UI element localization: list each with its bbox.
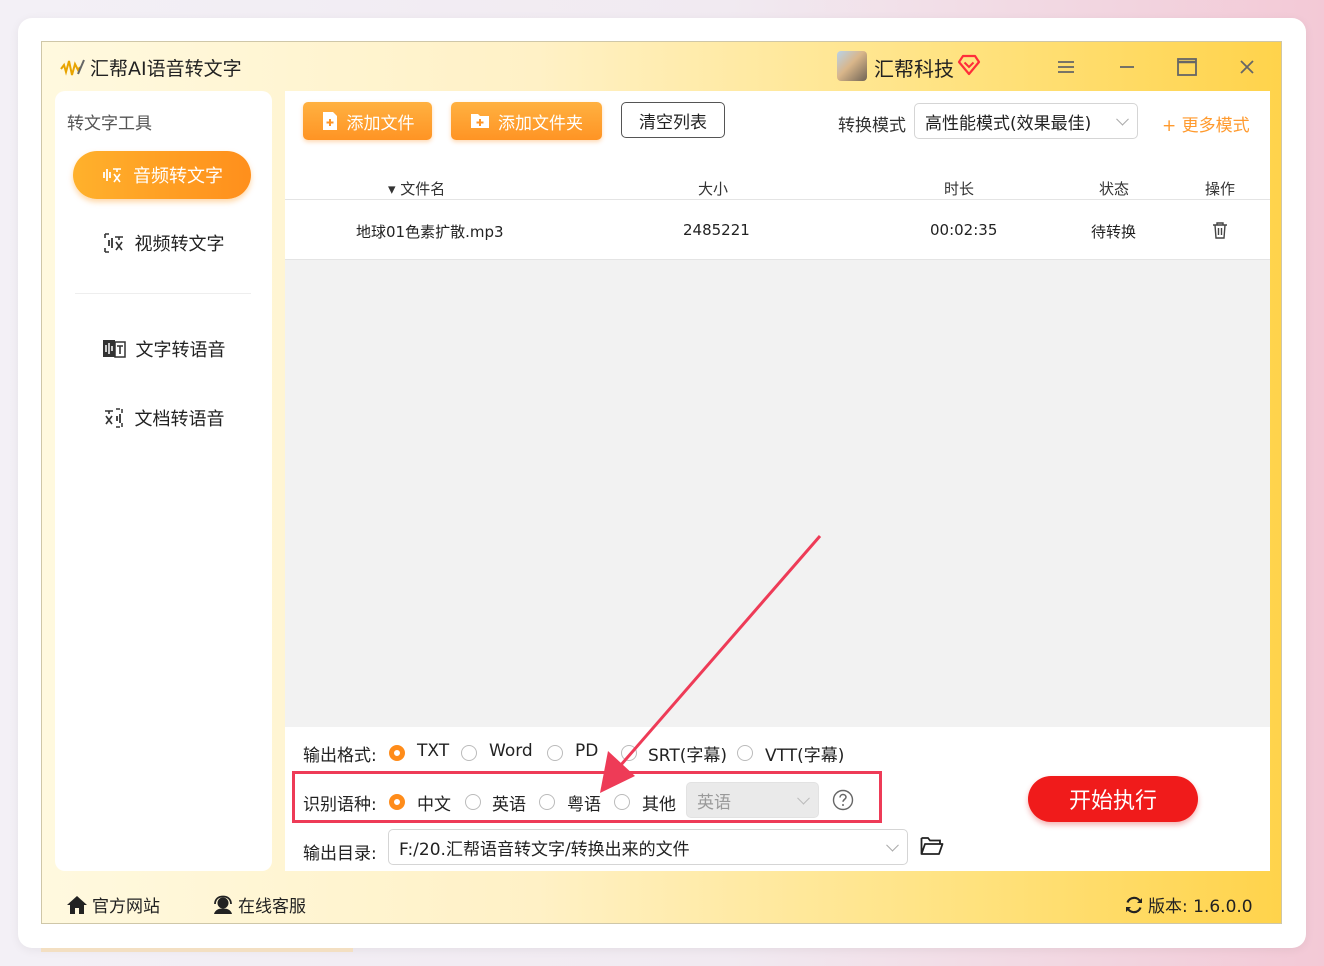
sidebar-item-video-to-text[interactable]: 视频转文字 <box>55 223 272 263</box>
maximize-button[interactable] <box>1174 54 1200 80</box>
text-to-speech-icon <box>102 340 126 358</box>
sidebar-divider <box>75 293 251 294</box>
sidebar: 转文字工具 音频转文字 视频转文字 文字转语音 文档转语音 <box>55 91 272 871</box>
company-name[interactable]: 汇帮科技 <box>874 53 954 82</box>
online-support-link[interactable]: 在线客服 <box>212 892 306 917</box>
column-header-name[interactable]: ▾ 文件名 <box>388 178 445 199</box>
avatar[interactable] <box>837 51 867 81</box>
official-website-label: 官方网站 <box>92 897 160 917</box>
trash-icon[interactable] <box>1212 221 1228 239</box>
format-radio-pdf[interactable] <box>547 745 563 761</box>
cell-file-name: 地球01色素扩散.mp3 <box>356 223 504 241</box>
sidebar-item-label: 音频转文字 <box>133 166 223 187</box>
main-panel: 添加文件 添加文件夹 清空列表 转换模式 高性能模式(效果最佳) + 更多模式 … <box>285 91 1270 871</box>
app-window: 汇帮AI语音转文字 汇帮科技 转文字工具 音频转文字 视频转文字 文字转语音 文… <box>41 41 1282 924</box>
format-txt-label[interactable]: TXT <box>417 741 449 761</box>
format-radio-txt[interactable] <box>389 745 405 761</box>
mode-select[interactable]: 高性能模式(效果最佳) <box>914 103 1138 139</box>
headset-icon <box>214 895 232 914</box>
header-divider <box>285 199 1270 200</box>
lang-radio-cantonese[interactable] <box>539 794 555 810</box>
close-icon <box>1240 60 1254 74</box>
folder-plus-icon <box>471 114 489 128</box>
online-support-label: 在线客服 <box>238 897 306 917</box>
column-header-duration: 时长 <box>944 180 975 198</box>
dir-label: 输出目录: <box>303 844 377 864</box>
video-to-text-icon <box>103 233 123 253</box>
sidebar-item-label: 文字转语音 <box>135 340 226 361</box>
diamond-heart-icon[interactable] <box>957 53 981 77</box>
refresh-icon <box>1126 896 1142 913</box>
audio-to-text-icon <box>103 168 121 183</box>
toolbar: 添加文件 添加文件夹 清空列表 转换模式 高性能模式(效果最佳) + 更多模式 <box>285 91 1270 152</box>
sidebar-item-doc-to-speech[interactable]: 文档转语音 <box>55 398 272 438</box>
hamburger-icon <box>1058 61 1074 73</box>
chevron-down-icon <box>1116 112 1129 126</box>
lang-radio-english[interactable] <box>465 794 481 810</box>
cell-duration: 00:02:35 <box>930 221 998 239</box>
minimize-button[interactable] <box>1114 54 1140 80</box>
format-label: 输出格式: <box>303 746 377 766</box>
mode-label: 转换模式 <box>838 116 906 136</box>
mode-value: 高性能模式(效果最佳) <box>925 113 1092 134</box>
waveform-logo-icon <box>60 59 85 76</box>
version-label: 版本: 1.6.0.0 <box>1148 897 1253 917</box>
cell-file-size: 2485221 <box>683 221 750 239</box>
sidebar-item-text-to-speech[interactable]: 文字转语音 <box>55 329 272 369</box>
add-file-button[interactable]: 添加文件 <box>303 102 432 140</box>
minimize-icon <box>1120 66 1134 68</box>
cell-status: 待转换 <box>1091 223 1137 241</box>
chevron-down-icon <box>886 838 899 852</box>
file-plus-icon <box>322 112 337 130</box>
sidebar-item-label: 视频转文字 <box>134 234 225 255</box>
close-button[interactable] <box>1234 54 1260 80</box>
lang-english-label[interactable]: 英语 <box>492 790 526 815</box>
annotation-arrow <box>600 535 822 793</box>
column-header-action: 操作 <box>1205 180 1236 198</box>
row-divider <box>285 259 1270 260</box>
home-icon <box>67 895 87 914</box>
column-header-size: 大小 <box>698 180 729 198</box>
output-dir-value: F:/20.汇帮语音转文字/转换出来的文件 <box>399 839 690 860</box>
clear-list-button[interactable]: 清空列表 <box>621 102 725 138</box>
lang-label: 识别语种: <box>303 795 377 815</box>
app-title: 汇帮AI语音转文字 <box>90 58 242 80</box>
file-table: ▾ 文件名 大小 时长 状态 操作 地球01色素扩散.mp3 2485221 0… <box>285 151 1270 260</box>
document-to-speech-icon <box>104 408 123 428</box>
maximize-icon <box>1177 58 1197 76</box>
add-folder-label: 添加文件夹 <box>498 113 583 134</box>
official-website-link[interactable]: 官方网站 <box>66 892 160 917</box>
lang-radio-chinese[interactable] <box>389 794 405 810</box>
sidebar-item-label: 文档转语音 <box>134 409 225 430</box>
bottom-accent-strip <box>41 948 353 952</box>
open-folder-icon[interactable] <box>920 836 944 856</box>
output-dir-select[interactable]: F:/20.汇帮语音转文字/转换出来的文件 <box>388 829 908 865</box>
version-info[interactable]: 版本: 1.6.0.0 <box>1124 892 1253 917</box>
column-header-status: 状态 <box>1099 180 1130 198</box>
sidebar-header: 转文字工具 <box>67 114 152 134</box>
sidebar-item-audio-to-text[interactable]: 音频转文字 <box>73 151 251 199</box>
format-word-label[interactable]: Word <box>489 741 533 761</box>
lang-chinese-label[interactable]: 中文 <box>417 790 451 815</box>
more-modes-link[interactable]: + 更多模式 <box>1162 111 1250 136</box>
format-radio-word[interactable] <box>461 745 477 761</box>
add-file-label: 添加文件 <box>346 113 415 134</box>
menu-button[interactable] <box>1053 54 1079 80</box>
add-folder-button[interactable]: 添加文件夹 <box>451 102 602 140</box>
start-button[interactable]: 开始执行 <box>1028 776 1198 822</box>
